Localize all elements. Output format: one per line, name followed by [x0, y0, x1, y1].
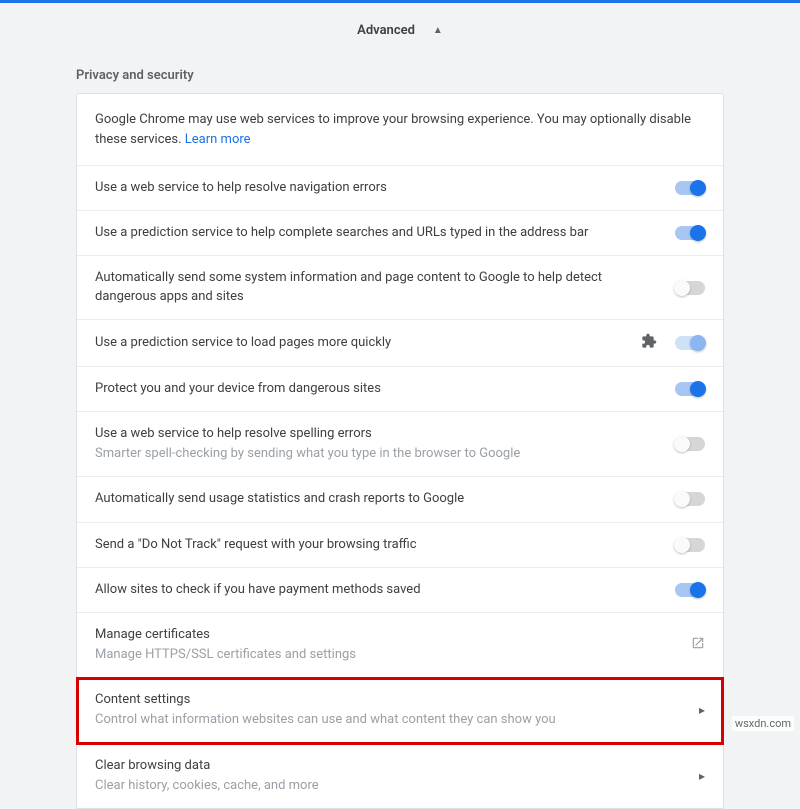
toggle-switch[interactable]	[675, 281, 705, 295]
row-controls	[691, 636, 705, 654]
settings-row: Use a prediction service to load pages m…	[77, 320, 723, 367]
row-subtitle: Clear history, cookies, cache, and more	[95, 777, 687, 795]
row-text: Use a web service to help resolve naviga…	[95, 179, 675, 197]
row-controls: ▸	[699, 703, 705, 717]
row-title: Send a "Do Not Track" request with your …	[95, 536, 663, 554]
row-title: Automatically send usage statistics and …	[95, 490, 663, 508]
row-controls	[675, 583, 705, 597]
chevron-right-icon: ▸	[699, 703, 705, 717]
row-title: Use a web service to help resolve spelli…	[95, 425, 663, 443]
settings-row: Allow sites to check if you have payment…	[77, 568, 723, 613]
learn-more-link[interactable]: Learn more	[185, 132, 251, 147]
row-title: Use a prediction service to help complet…	[95, 224, 663, 242]
row-title: Use a prediction service to load pages m…	[95, 334, 629, 352]
row-text: Content settings Control what information…	[95, 691, 699, 729]
open-external-icon[interactable]	[691, 636, 705, 654]
row-title: Automatically send some system informati…	[95, 269, 663, 305]
settings-row: Automatically send some system informati…	[77, 256, 723, 319]
row-controls: ▸	[699, 769, 705, 783]
toggle-switch[interactable]	[675, 538, 705, 552]
row-title: Clear browsing data	[95, 757, 687, 775]
row-controls	[675, 538, 705, 552]
privacy-card: Google Chrome may use web services to im…	[76, 93, 724, 809]
toggle-switch[interactable]	[675, 492, 705, 506]
extension-icon[interactable]	[641, 333, 657, 353]
row-text: Automatically send usage statistics and …	[95, 490, 675, 508]
row-text: Clear browsing data Clear history, cookie…	[95, 757, 699, 795]
row-text: Allow sites to check if you have payment…	[95, 581, 675, 599]
row-controls	[675, 382, 705, 396]
toggle-switch[interactable]	[675, 336, 705, 350]
row-text: Send a "Do Not Track" request with your …	[95, 536, 675, 554]
settings-row: Automatically send usage statistics and …	[77, 477, 723, 522]
settings-row: Use a prediction service to help complet…	[77, 211, 723, 256]
row-subtitle: Control what information websites can us…	[95, 711, 687, 729]
chevron-right-icon: ▸	[699, 769, 705, 783]
settings-row[interactable]: Clear browsing data Clear history, cookie…	[77, 744, 723, 808]
intro-text: Google Chrome may use web services to im…	[77, 94, 723, 166]
advanced-title: Advanced	[357, 23, 415, 38]
toggle-switch[interactable]	[675, 382, 705, 396]
row-title: Manage certificates	[95, 626, 679, 644]
toggle-switch[interactable]	[675, 181, 705, 195]
row-title: Content settings	[95, 691, 687, 709]
row-text: Use a web service to help resolve spelli…	[95, 425, 675, 463]
row-title: Protect you and your device from dangero…	[95, 380, 663, 398]
row-controls	[675, 226, 705, 240]
watermark: wsxdn.com	[732, 716, 794, 731]
row-text: Use a prediction service to load pages m…	[95, 334, 641, 352]
row-controls	[675, 181, 705, 195]
row-subtitle: Manage HTTPS/SSL certificates and settin…	[95, 646, 679, 664]
row-text: Automatically send some system informati…	[95, 269, 675, 305]
row-controls	[641, 333, 705, 353]
row-text: Use a prediction service to help complet…	[95, 224, 675, 242]
row-controls	[675, 492, 705, 506]
row-title: Allow sites to check if you have payment…	[95, 581, 663, 599]
settings-row: Use a web service to help resolve naviga…	[77, 166, 723, 211]
row-subtitle: Smarter spell-checking by sending what y…	[95, 445, 663, 463]
row-controls	[675, 281, 705, 295]
settings-row: Send a "Do Not Track" request with your …	[77, 523, 723, 568]
row-title: Use a web service to help resolve naviga…	[95, 179, 663, 197]
caret-up-icon: ▲	[433, 25, 443, 36]
settings-row[interactable]: Content settings Control what information…	[77, 678, 723, 743]
row-text: Protect you and your device from dangero…	[95, 380, 675, 398]
settings-row: Protect you and your device from dangero…	[77, 367, 723, 412]
row-text: Manage certificates Manage HTTPS/SSL cert…	[95, 626, 691, 664]
toggle-switch[interactable]	[675, 437, 705, 451]
settings-row: Use a web service to help resolve spelli…	[77, 412, 723, 477]
settings-row[interactable]: Manage certificates Manage HTTPS/SSL cert…	[77, 613, 723, 678]
toggle-switch[interactable]	[675, 226, 705, 240]
row-controls	[675, 437, 705, 451]
advanced-section-toggle[interactable]: Advanced ▲	[0, 3, 800, 62]
toggle-switch[interactable]	[675, 583, 705, 597]
section-title: Privacy and security	[0, 62, 800, 93]
